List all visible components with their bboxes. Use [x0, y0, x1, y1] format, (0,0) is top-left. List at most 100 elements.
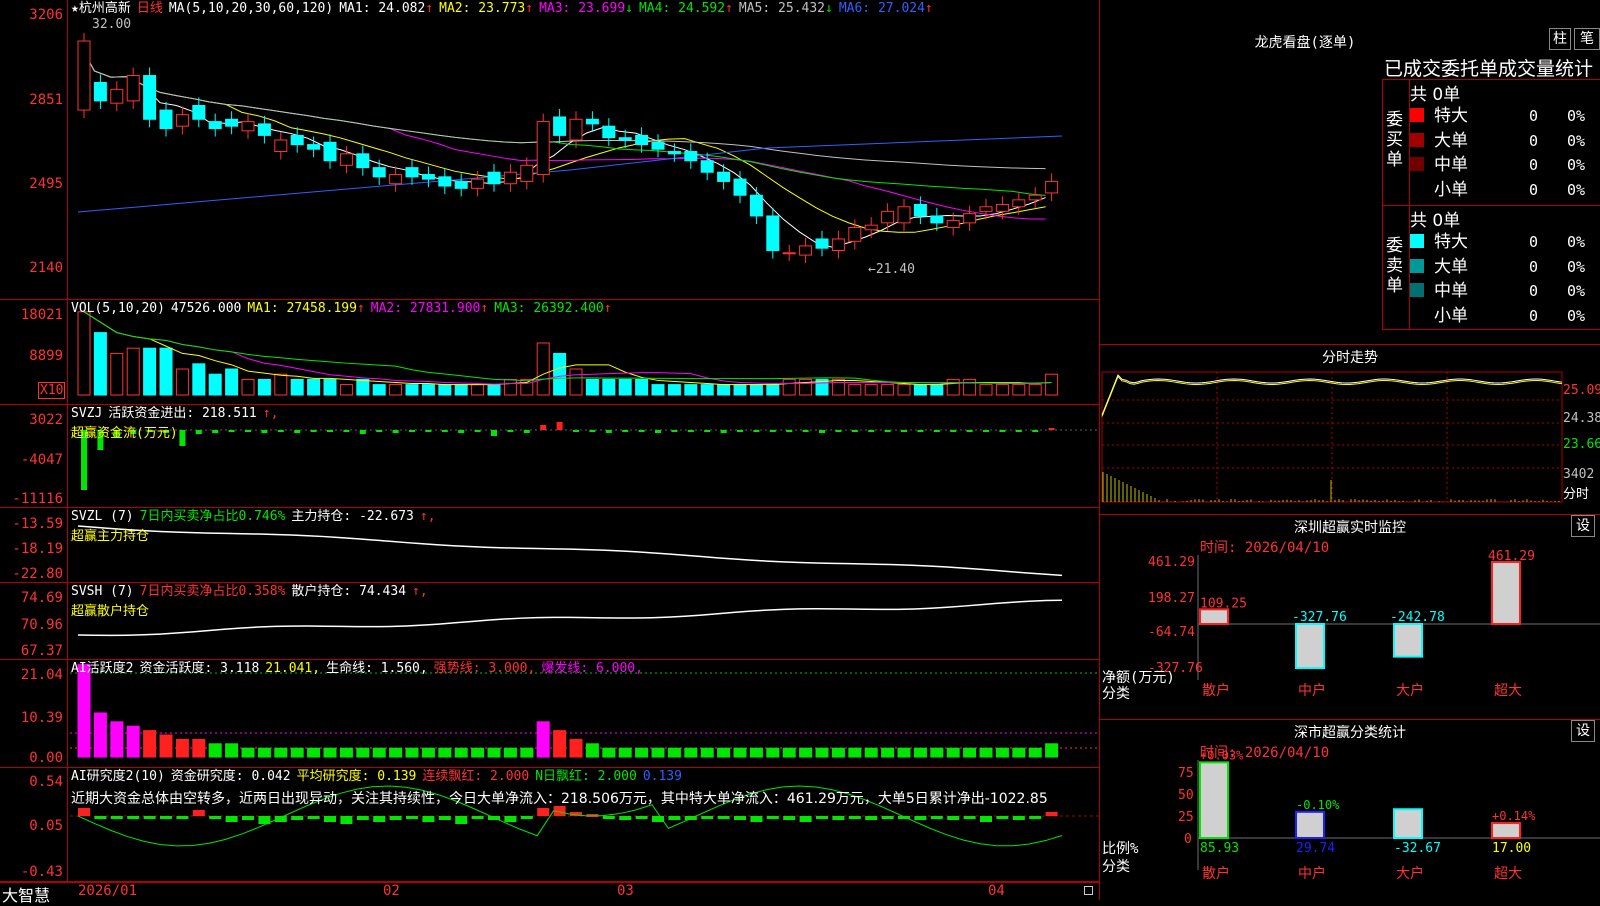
- svzl-panel[interactable]: -13.59 -18.19 -22.80 SVZL (7) 7日内买卖净占比0.7…: [0, 508, 1099, 583]
- research-bar: [144, 816, 156, 819]
- volume-bar: [455, 385, 467, 395]
- order-row: 小单 0 0%: [1410, 178, 1585, 202]
- order-pct: 0%: [1567, 307, 1585, 325]
- intraday-chart[interactable]: [1100, 345, 1600, 515]
- order-row: 特大 0 0%: [1410, 230, 1585, 254]
- candle: [406, 168, 418, 177]
- activity-bar: [947, 748, 959, 757]
- volume-bar: [1029, 385, 1041, 395]
- activity-bar: [176, 739, 188, 757]
- flow-bar: [1049, 428, 1055, 430]
- research-bar: [1013, 816, 1025, 820]
- research-bar: [78, 808, 90, 816]
- volume-bar: [193, 364, 205, 395]
- candle: [816, 239, 828, 248]
- flow-bar: [917, 430, 923, 432]
- volume-bar: [1046, 374, 1058, 395]
- volume-bar: [685, 385, 697, 395]
- candle: [619, 138, 631, 140]
- vol-ma-value: MA3: 26392.400: [494, 301, 604, 316]
- activity-bar: [488, 748, 500, 757]
- vol-label: VOL(5,10,20): [71, 301, 165, 316]
- holding-line: [78, 526, 1062, 575]
- classify-chart[interactable]: +0.03% 85.93 散户 -0.10% 29.74 中户 -32.67 大户 +0.14%…: [1100, 720, 1600, 900]
- flow-bar: [360, 430, 366, 434]
- buy-label: 委买单: [1386, 110, 1404, 170]
- vol-ma-value: MA2: 27831.900: [371, 301, 481, 316]
- ai-research-panel[interactable]: 0.54 0.05 -0.43 AI研究度2(10) 资金研究度: 0.042 平均…: [0, 768, 1099, 882]
- arrow-up-icon: ↑: [357, 301, 365, 316]
- volume-bar: [324, 379, 336, 395]
- ai1-v2: 21.041,: [265, 661, 320, 676]
- tick-mode-button[interactable]: 笔: [1574, 28, 1600, 50]
- share-bar: [1200, 762, 1228, 838]
- svsh-panel[interactable]: 74.69 70.96 67.37 SVSH (7) 7日内买卖净占比0.358%…: [0, 583, 1099, 660]
- flow-bar: [229, 430, 235, 432]
- flow-bar: [475, 430, 481, 432]
- flow-bar: [393, 430, 399, 433]
- volume-panel[interactable]: 18021 8899 X10 VOL(5,10,20) 47526.000 MA1:…: [0, 300, 1099, 405]
- arrow-icon: ↑: [525, 1, 533, 16]
- order-count: 0: [1529, 153, 1567, 177]
- order-row: 小单 0 0%: [1410, 304, 1585, 328]
- lock-icon[interactable]: [1084, 886, 1093, 895]
- volume-bar: [898, 385, 910, 395]
- net-value-label: 461.29: [1488, 549, 1535, 564]
- color-swatch-icon: [1410, 283, 1424, 297]
- order-row: 中单 0 0%: [1410, 153, 1585, 177]
- arrow-icon: ↓: [825, 1, 833, 16]
- candle: [586, 119, 598, 124]
- research-bar: [291, 816, 303, 820]
- net-value-label: 109.25: [1200, 596, 1247, 611]
- monitor-chart[interactable]: 109.25 散户 -327.76 中户 -242.78 大户 461.29 超大: [1100, 515, 1600, 720]
- research-bar: [996, 816, 1008, 819]
- flow-bar: [343, 430, 349, 432]
- volume-bar: [619, 379, 631, 395]
- flow-bar: [885, 430, 891, 432]
- activity-bar: [78, 665, 90, 757]
- activity-bar: [750, 748, 762, 757]
- price-panel[interactable]: 3206 2851 2495 2140 ★杭州高新 日线 MA(5,10,20,30…: [0, 0, 1099, 300]
- ai2-commentary: 近期大资金总体由空转多，近两日出现异动，关注其持续性，今日大单净流入：218.5…: [71, 788, 1099, 808]
- category-label: 超大: [1494, 683, 1522, 699]
- share-value-label: 85.93: [1200, 841, 1239, 856]
- research-bar: [324, 816, 336, 822]
- ai-research-chart[interactable]: [0, 768, 1099, 882]
- activity-bar: [127, 726, 139, 757]
- arrow-up-icon: ↑,: [420, 509, 436, 524]
- candle: [258, 124, 270, 136]
- intraday-panel[interactable]: 分时走势 25.09 24.38 23.66 3402 分时: [1099, 345, 1600, 515]
- flow-bar: [737, 430, 743, 432]
- candle: [1029, 195, 1041, 200]
- svzj-panel[interactable]: 3022 -4047 -11116 SVZJ 活跃资金进出: 218.511 ↑, …: [0, 405, 1099, 508]
- flow-bar: [934, 430, 940, 432]
- period-label[interactable]: 日线: [137, 1, 163, 16]
- ma-line: [78, 41, 1046, 232]
- ma-label: MA(5,10,20,30,60,120): [169, 1, 333, 16]
- candle: [914, 204, 926, 216]
- category-label: 超大: [1494, 866, 1522, 882]
- bar-mode-button[interactable]: 柱: [1549, 28, 1571, 50]
- ai-research-header: AI研究度2(10) 资金研究度: 0.042 平均研究度: 0.139 连续飘红: …: [71, 769, 688, 785]
- volume-bar: [357, 379, 369, 395]
- monitor-panel[interactable]: 深圳超赢实时监控 设 时间: 2026/04/10 109.25 散户 -327.7…: [1099, 515, 1600, 720]
- stock-name[interactable]: ★杭州高新: [71, 1, 131, 16]
- ai-activity-panel[interactable]: 21.04 10.39 0.00 AI活跃度2 资金活跃度: 3.118 21.04…: [0, 660, 1099, 768]
- activity-bar: [209, 744, 221, 757]
- flow-bar: [212, 430, 218, 433]
- classify-panel[interactable]: 深市超赢分类统计 设 时间: 2026/04/10 +0.03% 85.93 散户 -…: [1099, 720, 1600, 900]
- order-row: 特大 0 0%: [1410, 104, 1585, 128]
- candle: [176, 115, 188, 127]
- flow-bar: [311, 430, 317, 432]
- activity-bar: [1046, 744, 1058, 757]
- net-value-label: -327.76: [1292, 610, 1347, 625]
- ma-value: MA6: 27.024: [839, 1, 925, 16]
- flow-bar: [835, 430, 841, 432]
- color-swatch-icon: [1410, 234, 1424, 248]
- volume-bar: [406, 385, 418, 395]
- ma-value: MA5: 25.432: [739, 1, 825, 16]
- share-bar: [1492, 823, 1520, 838]
- volume-bar: [160, 348, 172, 395]
- candlestick-chart[interactable]: [0, 0, 1099, 300]
- activity-bar: [980, 748, 992, 757]
